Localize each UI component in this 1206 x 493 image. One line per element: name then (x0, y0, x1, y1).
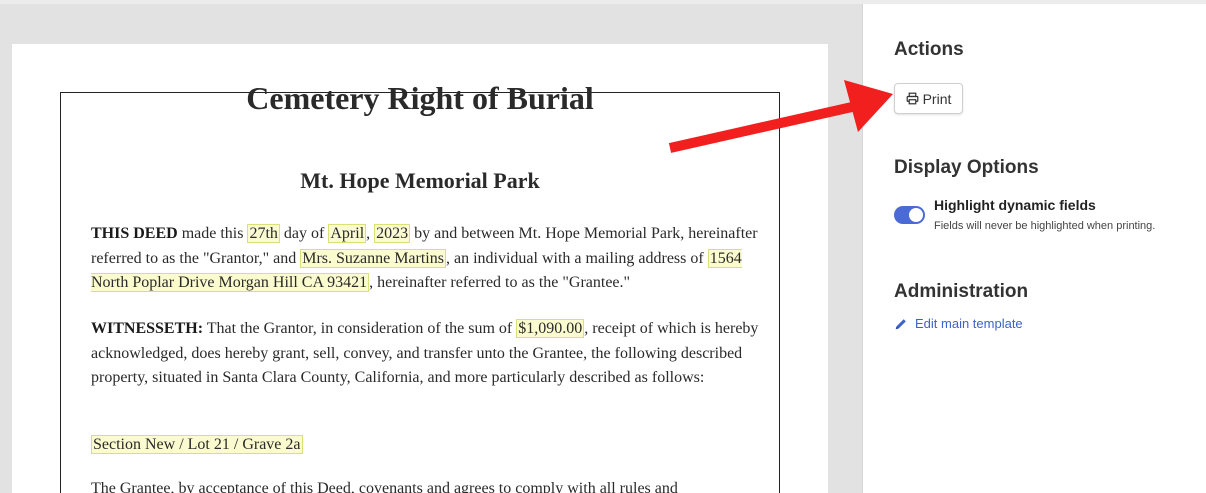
field-year: 2023 (374, 224, 411, 243)
field-grantee-name: Mrs. Suzanne Martins (300, 248, 446, 268)
text: , hereinafter referred to as the "Grante… (369, 274, 631, 291)
highlight-label: Highlight dynamic fields (934, 197, 1096, 213)
text: day of (279, 225, 329, 242)
toggle-knob (909, 208, 923, 222)
field-month: April (328, 224, 367, 243)
print-button[interactable]: Print (894, 83, 963, 114)
sidebar: Actions Print Display Options Highlight … (862, 4, 1206, 493)
witnesseth-lead: WITNESSETH: (91, 320, 204, 337)
deed-subtitle: Mt. Hope Memorial Park (300, 168, 540, 193)
deed-title: Cemetery Right of Burial (246, 80, 594, 116)
field-day: 27th (247, 224, 280, 243)
field-amount: $1,090.00 (516, 319, 585, 338)
administration-heading: Administration (894, 281, 1029, 302)
highlight-toggle[interactable] (894, 206, 925, 224)
pencil-icon (895, 318, 906, 329)
text: , an individual with a mailing address o… (445, 249, 708, 267)
deed-paragraph-witnesseth: WITNESSETH: That the Grantor, in conside… (91, 317, 771, 391)
printer-icon (906, 92, 918, 105)
deed-lead: THIS DEED (91, 225, 178, 242)
display-options-heading: Display Options (894, 157, 1039, 178)
highlight-help-text: Fields will never be highlighted when pr… (934, 220, 1156, 232)
edit-template-link[interactable]: Edit main template (894, 316, 1023, 331)
actions-heading: Actions (894, 39, 964, 60)
field-plot: Section New / Lot 21 / Grave 2a (91, 435, 303, 454)
deed-paragraph-intro: THIS DEED made this 27th day of April, 2… (91, 222, 771, 296)
text: made this (177, 225, 248, 242)
deed-paragraph-covenants: The Grantee, by acceptance of this Deed,… (91, 480, 678, 493)
text: That the Grantor, in consideration of th… (203, 320, 517, 337)
edit-template-label: Edit main template (915, 316, 1023, 331)
print-label: Print (922, 90, 952, 107)
text: , (366, 225, 375, 242)
deed-plot-paragraph: Section New / Lot 21 / Grave 2a (91, 433, 771, 458)
